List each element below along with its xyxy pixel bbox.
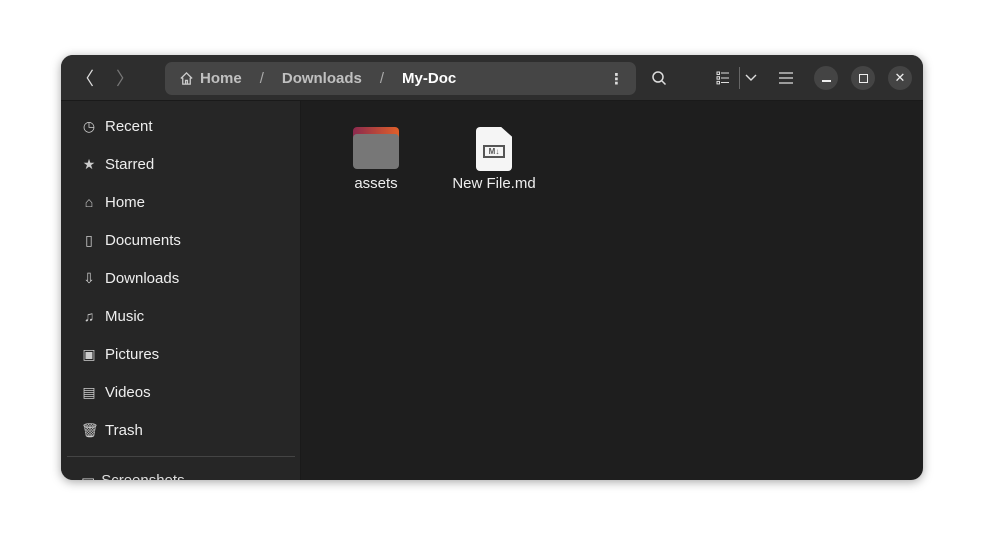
- search-icon: [652, 71, 667, 86]
- maximize-icon: [858, 73, 868, 83]
- file-manager-window: 〈 〉 Home / Downloads / My-Doc ⋮ ✕ ◷ Recen…: [61, 55, 923, 480]
- breadcrumb-current[interactable]: My-Doc: [402, 70, 456, 87]
- close-button[interactable]: ✕: [888, 66, 912, 90]
- sidebar-item-label: Starred: [105, 155, 155, 173]
- music-icon: ♫: [83, 308, 95, 324]
- list-view-icon: [716, 71, 729, 85]
- trash-icon: 🗑: [81, 421, 99, 438]
- sidebar-item-label: Screenshots: [101, 472, 184, 480]
- breadcrumb: Home / Downloads / My-Doc ⋮: [165, 62, 636, 95]
- picture-icon: ▣: [82, 345, 96, 362]
- clock-icon: ◷: [82, 117, 96, 134]
- file-name: New File.md: [452, 175, 536, 192]
- list-view-button[interactable]: [711, 66, 735, 90]
- breadcrumb-downloads[interactable]: Downloads: [282, 70, 362, 87]
- markdown-badge: M↓: [483, 145, 505, 158]
- home-icon: [180, 71, 193, 85]
- minimize-button[interactable]: [814, 66, 838, 90]
- file-item-assets[interactable]: assets: [345, 127, 407, 192]
- main-menu-button[interactable]: [774, 66, 798, 90]
- folder-icon: ▭: [81, 472, 95, 480]
- sidebar-item-label: Pictures: [105, 345, 160, 363]
- back-button[interactable]: 〈: [73, 66, 97, 90]
- file-name: assets: [354, 175, 398, 192]
- minimize-icon: [821, 80, 831, 82]
- sidebar-item-recent[interactable]: ◷ Recent: [61, 107, 300, 145]
- markdown-file-icon: M↓: [476, 127, 512, 171]
- star-icon: ★: [82, 155, 96, 172]
- sidebar-item-trash[interactable]: 🗑 Trash: [61, 411, 300, 449]
- maximize-button[interactable]: [851, 66, 875, 90]
- sidebar-item-label: Recent: [105, 117, 153, 135]
- sidebar-item-downloads[interactable]: ⇩ Downloads: [61, 259, 300, 297]
- sidebar-item-music[interactable]: ♫ Music: [61, 297, 300, 335]
- sidebar-item-pictures[interactable]: ▣ Pictures: [61, 335, 300, 373]
- close-icon: ✕: [894, 70, 906, 85]
- view-options-button[interactable]: [739, 66, 763, 90]
- video-icon: ▤: [82, 383, 96, 400]
- folder-icon: [353, 127, 399, 169]
- document-icon: ▯: [85, 231, 93, 248]
- sidebar-item-screenshots[interactable]: ▭ Screenshots: [81, 471, 185, 480]
- breadcrumb-separator: /: [259, 70, 264, 87]
- file-item-new-file-md[interactable]: M↓ New File.md: [449, 127, 539, 192]
- sidebar: ◷ Recent ★ Starred ⌂ Home ▯ Documents ⇩ Downl…: [61, 101, 301, 480]
- sidebar-item-label: Downloads: [105, 269, 180, 287]
- forward-button[interactable]: 〉: [113, 66, 137, 90]
- home-icon: ⌂: [84, 194, 94, 210]
- sidebar-item-home[interactable]: ⌂ Home: [61, 183, 300, 221]
- search-button[interactable]: [647, 66, 671, 90]
- sidebar-item-label: Music: [105, 307, 145, 325]
- sidebar-divider: [67, 456, 295, 457]
- breadcrumb-separator: /: [379, 70, 385, 87]
- chevron-left-icon: 〈: [76, 69, 94, 89]
- sidebar-item-label: Videos: [105, 383, 151, 401]
- sidebar-item-starred[interactable]: ★ Starred: [61, 145, 300, 183]
- sidebar-item-documents[interactable]: ▯ Documents: [61, 221, 300, 259]
- sidebar-item-label: Trash: [105, 421, 143, 439]
- chevron-down-icon: [745, 74, 757, 81]
- sidebar-item-label: Home: [105, 193, 146, 211]
- sidebar-item-label: Documents: [105, 231, 181, 249]
- more-options-icon[interactable]: ⋮: [609, 70, 624, 88]
- header-bar: 〈 〉 Home / Downloads / My-Doc ⋮ ✕: [61, 55, 923, 101]
- breadcrumb-home[interactable]: Home: [200, 70, 242, 87]
- sidebar-item-videos[interactable]: ▤ Videos: [61, 373, 300, 411]
- hamburger-menu-icon: [779, 72, 793, 84]
- chevron-right-icon: 〉: [116, 69, 134, 89]
- download-icon: ⇩: [83, 269, 95, 286]
